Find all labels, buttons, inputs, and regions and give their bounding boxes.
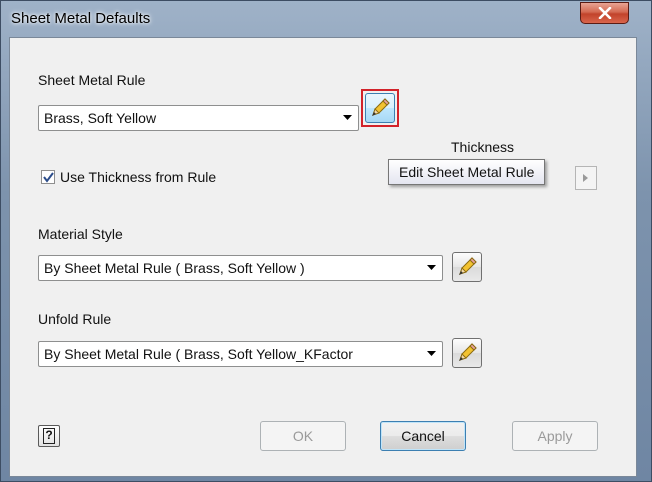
- tooltip: Edit Sheet Metal Rule: [388, 159, 546, 185]
- use-thickness-from-rule-label[interactable]: Use Thickness from Rule: [60, 169, 216, 185]
- thickness-label: Thickness: [451, 139, 515, 155]
- pencil-icon: [459, 257, 477, 275]
- checkmark-icon: [43, 172, 54, 183]
- material-style-dropdown[interactable]: By Sheet Metal Rule ( Brass, Soft Yellow…: [38, 255, 443, 281]
- thickness-spin-button[interactable]: [575, 166, 597, 190]
- chevron-down-icon: [427, 265, 436, 270]
- edit-unfold-rule-button[interactable]: [452, 338, 482, 368]
- sheet-metal-rule-label: Sheet Metal Rule: [38, 72, 146, 88]
- dialog-window: Sheet Metal Defaults Sheet Metal Rule Br…: [0, 0, 652, 482]
- pencil-icon: [372, 98, 390, 116]
- pencil-icon: [459, 343, 477, 361]
- edit-sheet-metal-rule-button[interactable]: [365, 93, 395, 123]
- chevron-right-icon: [583, 174, 588, 182]
- sheet-metal-rule-dropdown[interactable]: Brass, Soft Yellow: [38, 105, 359, 131]
- dialog-body: Sheet Metal Rule Brass, Soft Yellow Thic…: [9, 37, 637, 477]
- window-title: Sheet Metal Defaults: [11, 10, 151, 27]
- close-button[interactable]: [580, 2, 629, 24]
- unfold-rule-dropdown[interactable]: By Sheet Metal Rule ( Brass, Soft Yellow…: [38, 341, 443, 367]
- unfold-rule-label: Unfold Rule: [38, 311, 112, 327]
- help-icon: ?: [43, 428, 55, 444]
- chevron-down-icon: [343, 115, 352, 120]
- unfold-rule-value: By Sheet Metal Rule ( Brass, Soft Yellow…: [44, 346, 353, 362]
- help-button[interactable]: ?: [38, 425, 60, 447]
- chevron-down-icon: [427, 351, 436, 356]
- sheet-metal-rule-value: Brass, Soft Yellow: [44, 110, 157, 126]
- edit-material-style-button[interactable]: [452, 252, 482, 282]
- close-icon: [598, 7, 612, 19]
- title-bar[interactable]: Sheet Metal Defaults: [1, 1, 651, 35]
- material-style-value: By Sheet Metal Rule ( Brass, Soft Yellow…: [44, 260, 305, 276]
- apply-button[interactable]: Apply: [512, 421, 598, 451]
- use-thickness-from-rule-checkbox[interactable]: [41, 170, 55, 184]
- material-style-label: Material Style: [38, 226, 123, 242]
- cancel-button[interactable]: Cancel: [380, 421, 466, 451]
- ok-button[interactable]: OK: [260, 421, 346, 451]
